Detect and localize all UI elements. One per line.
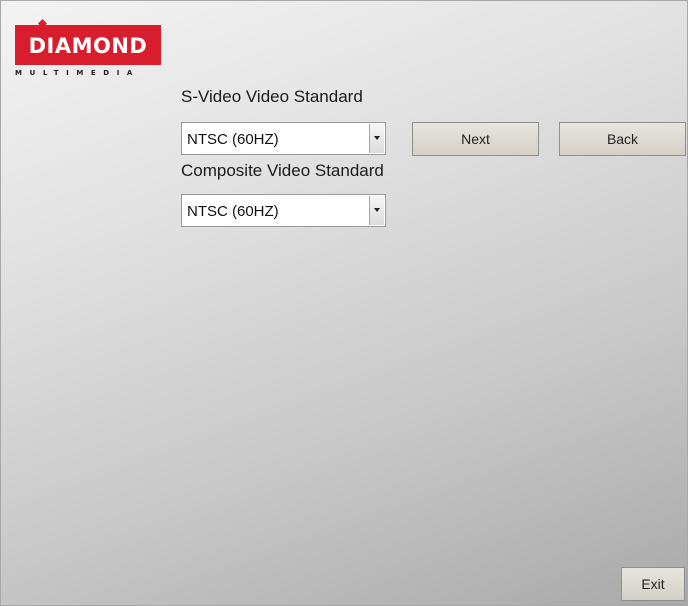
svideo-standard-select[interactable]: NTSC (60HZ) [181, 122, 386, 155]
composite-standard-label: Composite Video Standard [181, 161, 384, 180]
exit-button[interactable]: Exit [621, 567, 685, 601]
diamond-multimedia-logo: DIAMOND MULTIMEDIA [15, 13, 163, 83]
next-button[interactable]: Next [412, 122, 539, 156]
chevron-down-icon[interactable] [369, 124, 384, 153]
composite-standard-value: NTSC (60HZ) [187, 203, 279, 220]
setup-window: DIAMOND MULTIMEDIA S-Video Video Standar… [0, 0, 688, 606]
composite-standard-select[interactable]: NTSC (60HZ) [181, 194, 386, 227]
logo-wordmark: DIAMOND [28, 34, 148, 58]
svideo-standard-label: S-Video Video Standard [181, 87, 363, 106]
back-button[interactable]: Back [559, 122, 686, 156]
svideo-standard-value: NTSC (60HZ) [187, 131, 279, 148]
logo-subtext: MULTIMEDIA [15, 69, 140, 77]
chevron-down-icon[interactable] [369, 196, 384, 225]
